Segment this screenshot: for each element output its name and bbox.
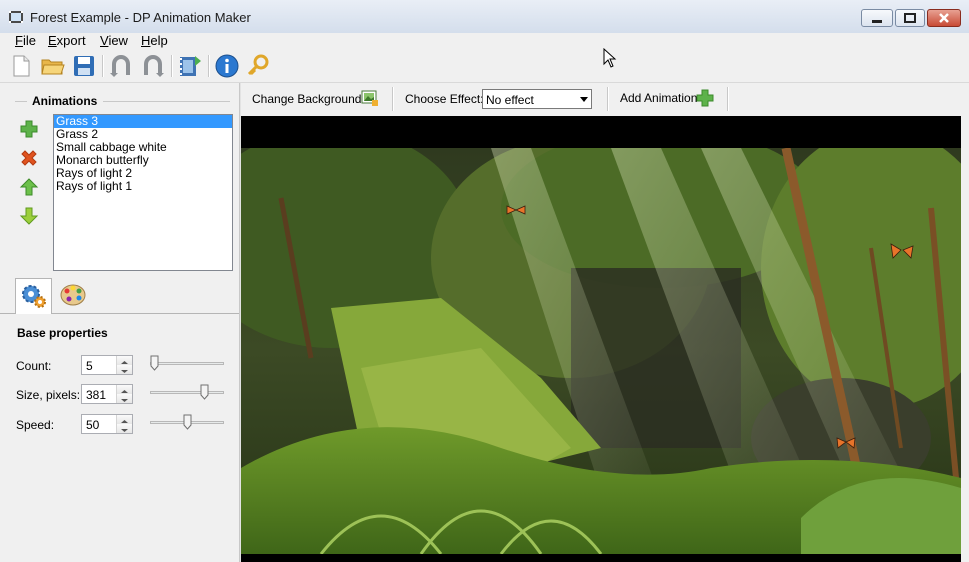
chevron-down-icon: [121, 370, 128, 373]
spin-buttons: [116, 356, 132, 374]
chevron-down-icon: [580, 97, 588, 102]
base-properties-title: Base properties: [17, 326, 108, 340]
spin-down-button[interactable]: [117, 365, 132, 374]
maximize-button[interactable]: [895, 9, 925, 27]
animations-list[interactable]: Grass 3 Grass 2 Small cabbage white Mona…: [53, 114, 233, 271]
group-divider: [15, 101, 27, 102]
plus-icon[interactable]: [696, 89, 714, 107]
main-toolbar: [0, 50, 969, 83]
change-background-button[interactable]: Change Background: [252, 92, 361, 106]
mouse-cursor-icon: [603, 48, 617, 68]
slider-thumb[interactable]: [150, 355, 159, 371]
speed-slider[interactable]: [148, 413, 226, 433]
menu-file[interactable]: File: [15, 33, 36, 50]
speed-value: 50: [86, 418, 100, 432]
size-label: Size, pixels:: [16, 388, 81, 402]
delete-x-icon[interactable]: [18, 147, 40, 169]
count-slider[interactable]: [148, 354, 226, 374]
slider-track: [150, 391, 224, 394]
toolbar-separator: [392, 87, 394, 111]
effect-dropdown[interactable]: No effect: [482, 89, 592, 109]
save-disk-icon[interactable]: [71, 53, 97, 79]
gears-icon: [22, 285, 46, 308]
window-title: Forest Example - DP Animation Maker: [30, 10, 251, 25]
toolbar-separator: [102, 55, 104, 77]
effect-selected-value: No effect: [486, 93, 534, 107]
menu-help[interactable]: Help: [141, 33, 168, 50]
palette-icon: [60, 284, 86, 306]
minimize-button[interactable]: [861, 9, 893, 27]
animation-preview-canvas[interactable]: [241, 116, 961, 562]
slider-track: [150, 362, 224, 365]
tab-colors[interactable]: [54, 278, 91, 314]
size-spinbox[interactable]: 381: [81, 384, 133, 404]
move-up-arrow-icon[interactable]: [18, 176, 40, 198]
background-image-icon[interactable]: [361, 89, 379, 107]
group-divider: [103, 101, 230, 102]
size-slider[interactable]: [148, 383, 226, 403]
choose-effect-label: Choose Effect:: [405, 92, 484, 106]
slider-thumb[interactable]: [183, 414, 192, 430]
menu-view[interactable]: View: [100, 33, 128, 50]
forest-scene-image: [241, 148, 961, 554]
redo-icon[interactable]: [140, 53, 166, 79]
list-item[interactable]: Rays of light 1: [54, 180, 232, 193]
title-bar: Forest Example - DP Animation Maker: [0, 0, 969, 34]
new-document-icon[interactable]: [8, 53, 34, 79]
spin-down-button[interactable]: [117, 424, 132, 433]
speed-label: Speed:: [16, 418, 55, 432]
film-app-icon: [9, 11, 23, 23]
spin-buttons: [116, 415, 132, 433]
chevron-down-icon: [121, 429, 128, 432]
key-icon[interactable]: [245, 53, 271, 79]
toolbar-separator: [208, 55, 210, 77]
menu-bar: File Export View Help: [0, 33, 969, 50]
info-icon[interactable]: [214, 53, 240, 79]
animations-group-title: Animations: [32, 94, 98, 108]
close-icon: [939, 13, 949, 23]
minimize-icon: [872, 20, 882, 23]
spin-down-button[interactable]: [117, 394, 132, 403]
toolbar-separator: [171, 55, 173, 77]
tab-base-properties[interactable]: [15, 278, 52, 314]
undo-icon[interactable]: [108, 53, 134, 79]
add-animation-plus-icon[interactable]: [18, 118, 40, 140]
size-value: 381: [86, 388, 107, 402]
chevron-down-icon: [121, 399, 128, 402]
move-down-arrow-icon[interactable]: [18, 205, 40, 227]
properties-tabs: [0, 278, 239, 314]
toolbar-separator: [607, 87, 609, 111]
left-panel: Animations Grass 3 Grass 2 Small cabbage…: [0, 83, 239, 562]
speed-spinbox[interactable]: 50: [81, 414, 133, 434]
toolbar-separator: [727, 87, 729, 111]
export-video-icon[interactable]: [177, 53, 203, 79]
slider-thumb[interactable]: [200, 384, 209, 400]
count-value: 5: [86, 359, 93, 373]
count-label: Count:: [16, 359, 52, 373]
menu-export[interactable]: Export: [48, 33, 86, 50]
add-animation-button[interactable]: Add Animation: [620, 91, 697, 105]
maximize-icon: [904, 13, 916, 23]
open-folder-icon[interactable]: [40, 53, 66, 79]
editor-toolbar: Change Background Choose Effect: No effe…: [241, 83, 969, 116]
count-spinbox[interactable]: 5: [81, 355, 133, 375]
close-button[interactable]: [927, 9, 961, 27]
spin-buttons: [116, 385, 132, 403]
